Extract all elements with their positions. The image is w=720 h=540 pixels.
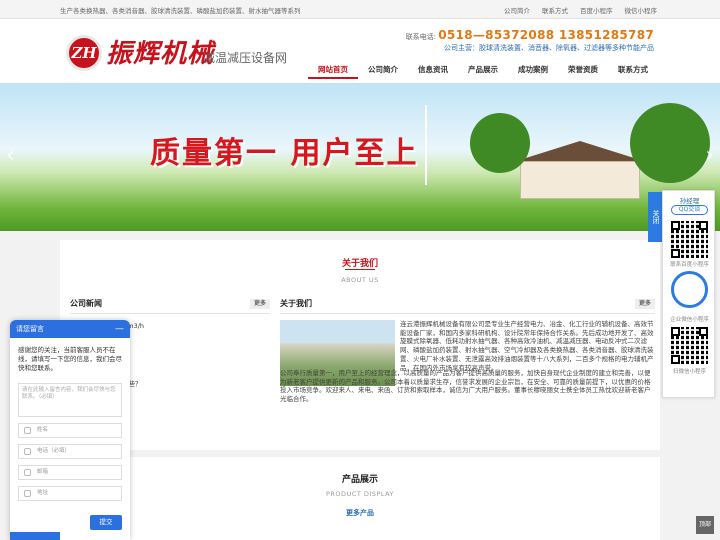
top-link-contact[interactable]: 联系方式 <box>542 5 568 15</box>
message-textarea[interactable]: 请在此输入留言内容，我们会尽快与您联系。（必填） <box>18 383 122 417</box>
more-products-link[interactable]: 更多产品 <box>60 508 660 518</box>
tree-graphic <box>470 113 530 173</box>
banner-next-icon[interactable]: › <box>705 143 714 168</box>
back-to-top-button[interactable]: 顶部 <box>696 516 714 534</box>
news-title: 公司新闻 更多 <box>70 298 270 314</box>
location-icon <box>24 490 31 497</box>
house-graphic <box>520 161 640 199</box>
manager-name: 孙经理 <box>679 197 700 205</box>
email-field[interactable]: 邮箱 <box>18 465 122 480</box>
phone-2: 13851285787 <box>558 28 654 42</box>
phone-1: 0518—85372088 <box>438 28 555 42</box>
main-nav: 网站首页 公司简介 信息资讯 产品展示 成功案例 荣誉资质 联系方式 <box>308 61 658 79</box>
house-roof-graphic <box>510 141 650 163</box>
float-close-tab[interactable]: 关闭 <box>648 192 663 242</box>
products-section-title: 产品展示 <box>341 475 378 485</box>
phone-icon <box>24 448 31 455</box>
user-icon <box>24 427 31 434</box>
nav-honors[interactable]: 荣誉资质 <box>558 61 608 79</box>
main-products: 公司主营：胶球清洗装置、消音器、除氧器、过滤器等多种节能产品 <box>444 44 654 52</box>
tree-graphic <box>630 103 710 183</box>
products-section-subtitle: PRODUCT DISPLAY <box>325 490 395 498</box>
nav-cases[interactable]: 成功案例 <box>508 61 558 79</box>
chat-message: 感谢您的关注，当前客服人员不在线，请填写一下您的信息，我们会尽快和您联系。 <box>18 346 122 372</box>
bottom-qr-label: 扫微信小程序 <box>672 369 706 375</box>
about-text: 连云港振辉机械设备有限公司是专业生产经营电力、冶金、化工行业的辅机设备、高效节能… <box>400 320 654 372</box>
top-link-about[interactable]: 公司简介 <box>504 5 530 15</box>
contact-block: 联系电话: 0518—85372088 13851285787 公司主营：胶球清… <box>406 28 654 53</box>
windmill-graphic <box>425 105 427 185</box>
hero-banner: 质量第一 用户至上 ‹ › <box>0 83 720 231</box>
about-section-title: 关于我们 <box>341 259 378 269</box>
news-more-button[interactable]: 更多 <box>250 299 270 309</box>
nav-news[interactable]: 信息资讯 <box>408 61 458 79</box>
nav-contact[interactable]: 联系方式 <box>608 61 658 79</box>
nav-home[interactable]: 网站首页 <box>308 61 358 79</box>
baidu-qr-code <box>671 221 708 258</box>
address-field[interactable]: 地址 <box>18 486 122 501</box>
banner-prev-icon[interactable]: ‹ <box>6 143 15 168</box>
about-column: 关于我们 更多 连云港振辉机械设备有限公司是专业生产经营电力、冶金、化工行业的辅… <box>280 298 655 448</box>
products-section: 产品展示 PRODUCT DISPLAY 更多产品 <box>60 457 660 540</box>
wechat-miniapp-code <box>671 271 708 308</box>
top-link-wechat-miniapp[interactable]: 微信小程序 <box>625 5 658 15</box>
topbar: 生产各类换热器、各类消音器、胶球清洗装置、磷酸盐加药装置、射水抽气器等系列 公司… <box>0 0 720 19</box>
wechat-qr-code <box>671 327 708 364</box>
about-section-subtitle: ABOUT US <box>341 276 379 284</box>
logo-icon[interactable]: ZH <box>66 35 102 71</box>
nav-products[interactable]: 产品展示 <box>458 61 508 79</box>
top-slogan: 生产各类换热器、各类消音器、胶球清洗装置、磷酸盐加药装置、射水抽气器等系列 <box>60 7 301 15</box>
qq-chat-button[interactable]: QQ交谈 <box>671 205 708 215</box>
contact-float-panel: 孙经理 QQ交谈 联系百度小程序 企业微信小程序 扫微信小程序 <box>662 190 715 398</box>
message-widget: 请您留言 — 感谢您的关注，当前客服人员不在线，请填写一下您的信息，我们会尽快和… <box>10 320 130 540</box>
name-field[interactable]: 姓名 <box>18 423 122 438</box>
chat-header: 请您留言 — <box>10 320 130 338</box>
chat-bottom-bar <box>10 532 60 540</box>
about-more-button[interactable]: 更多 <box>635 299 655 309</box>
title-underline <box>345 269 375 270</box>
brand-name: 振辉机械 <box>106 39 215 69</box>
mail-icon <box>24 469 31 476</box>
about-title: 关于我们 更多 <box>280 298 655 314</box>
contact-label: 联系电话: <box>405 33 437 41</box>
phone-field[interactable]: 电话（必填） <box>18 444 122 459</box>
top-link-baidu-miniapp[interactable]: 百度小程序 <box>580 5 613 15</box>
banner-headline: 质量第一 用户至上 <box>150 136 419 171</box>
about-text-continued: 公司奉行质量第一，用户至上的经营理念，以高质量的产品为客户提供高质量的服务，加快… <box>280 369 651 404</box>
wechat-qr-label: 企业微信小程序 <box>670 317 709 323</box>
top-links: 公司简介 联系方式 百度小程序 微信小程序 <box>504 5 657 15</box>
chat-title: 请您留言 <box>16 325 44 333</box>
brand-subtitle: 减温减压设备网 <box>203 51 288 65</box>
nav-about[interactable]: 公司简介 <box>358 61 408 79</box>
header: ZH 振辉机械 减温减压设备网 联系电话: 0518—85372088 1385… <box>0 19 720 83</box>
minimize-icon[interactable]: — <box>115 320 124 338</box>
baidu-qr-label: 联系百度小程序 <box>670 262 709 268</box>
about-section: 关于我们 ABOUT US 公司新闻 更多 处理水量Q = 3500m3/h 循… <box>60 240 660 450</box>
submit-button[interactable]: 提交 <box>90 515 122 530</box>
